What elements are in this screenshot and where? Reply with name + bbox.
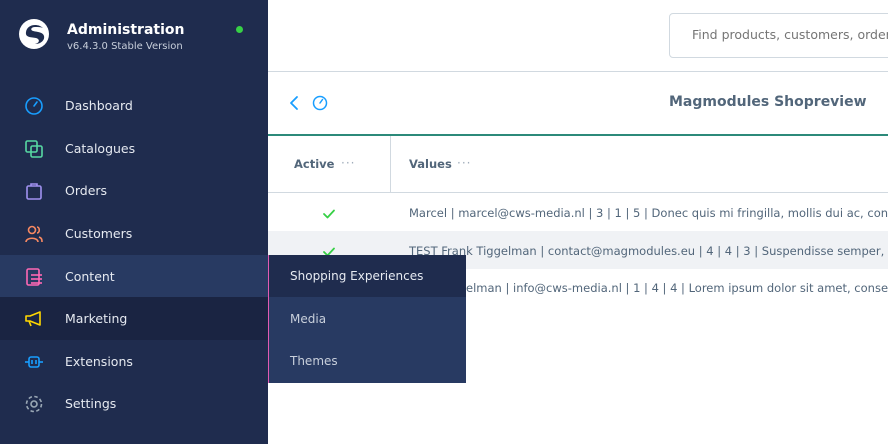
sidebar-item-label: Settings: [65, 396, 117, 411]
sidebar-item-label: Content: [65, 269, 115, 284]
customers-icon: [23, 223, 45, 245]
sidebar-item-label: Dashboard: [65, 98, 133, 113]
marketing-icon: [23, 308, 45, 330]
dashboard-icon[interactable]: [311, 94, 329, 112]
dashboard-icon: [23, 95, 45, 117]
sidebar-item-label: Extensions: [65, 354, 133, 369]
app-version: v6.4.3.0 Stable Version: [67, 41, 183, 52]
check-icon: [323, 209, 335, 219]
online-status-indicator: [236, 26, 243, 33]
flyout-item-themes[interactable]: Themes: [269, 340, 466, 382]
sidebar-item-dashboard[interactable]: Dashboard: [0, 84, 268, 127]
flyout-item-media[interactable]: Media: [269, 298, 466, 340]
brand: Administration v6.4.3.0 Stable Version: [0, 0, 268, 72]
shopware-logo-icon[interactable]: [18, 18, 50, 50]
sidebar-item-extensions[interactable]: Extensions: [0, 340, 268, 383]
sidebar-item-label: Orders: [65, 183, 108, 198]
sidebar-item-catalogues[interactable]: Catalogues: [0, 127, 268, 170]
sidebar-item-label: Marketing: [65, 311, 128, 326]
grid-header: [268, 136, 888, 193]
top-bar: [268, 0, 888, 72]
extensions-icon: [23, 351, 45, 373]
cell-values: elman | info@cws-media.nl | 1 | 4 | 4 | …: [466, 281, 888, 295]
sidebar-item-marketing[interactable]: Marketing: [0, 297, 268, 340]
sidebar-item-settings[interactable]: Settings: [0, 382, 268, 425]
sidebar-item-content[interactable]: Content: [0, 255, 268, 298]
flyout-item-shopping-experiences[interactable]: Shopping Experiences: [269, 255, 466, 297]
catalogue-icon: [23, 138, 45, 160]
content-icon: [23, 266, 45, 288]
sidebar: Administration v6.4.3.0 Stable Version D…: [0, 0, 268, 444]
app-title: Administration: [67, 22, 185, 38]
column-options-icon[interactable]: ···: [341, 156, 355, 170]
sidebar-item-label: Catalogues: [65, 141, 136, 156]
column-header-active[interactable]: Active: [294, 157, 334, 171]
page-title: Magmodules Shopreview: [669, 94, 867, 110]
cell-values: TEST Frank Tiggelman | contact@magmodule…: [409, 244, 888, 258]
sidebar-item-label: Customers: [65, 226, 133, 241]
content-flyout-menu: Shopping Experiences Media Themes: [268, 255, 466, 383]
column-header-values[interactable]: Values: [409, 157, 452, 171]
cell-values: Marcel | marcel@cws-media.nl | 3 | 1 | 5…: [409, 206, 888, 220]
search-input[interactable]: [692, 27, 888, 42]
settings-icon: [23, 393, 45, 415]
back-arrow-icon[interactable]: [286, 94, 302, 112]
column-divider[interactable]: [390, 136, 391, 193]
global-search[interactable]: [669, 13, 888, 58]
orders-icon: [23, 180, 45, 202]
column-options-icon[interactable]: ···: [457, 156, 471, 170]
sidebar-item-orders[interactable]: Orders: [0, 169, 268, 212]
sidebar-item-customers[interactable]: Customers: [0, 212, 268, 255]
